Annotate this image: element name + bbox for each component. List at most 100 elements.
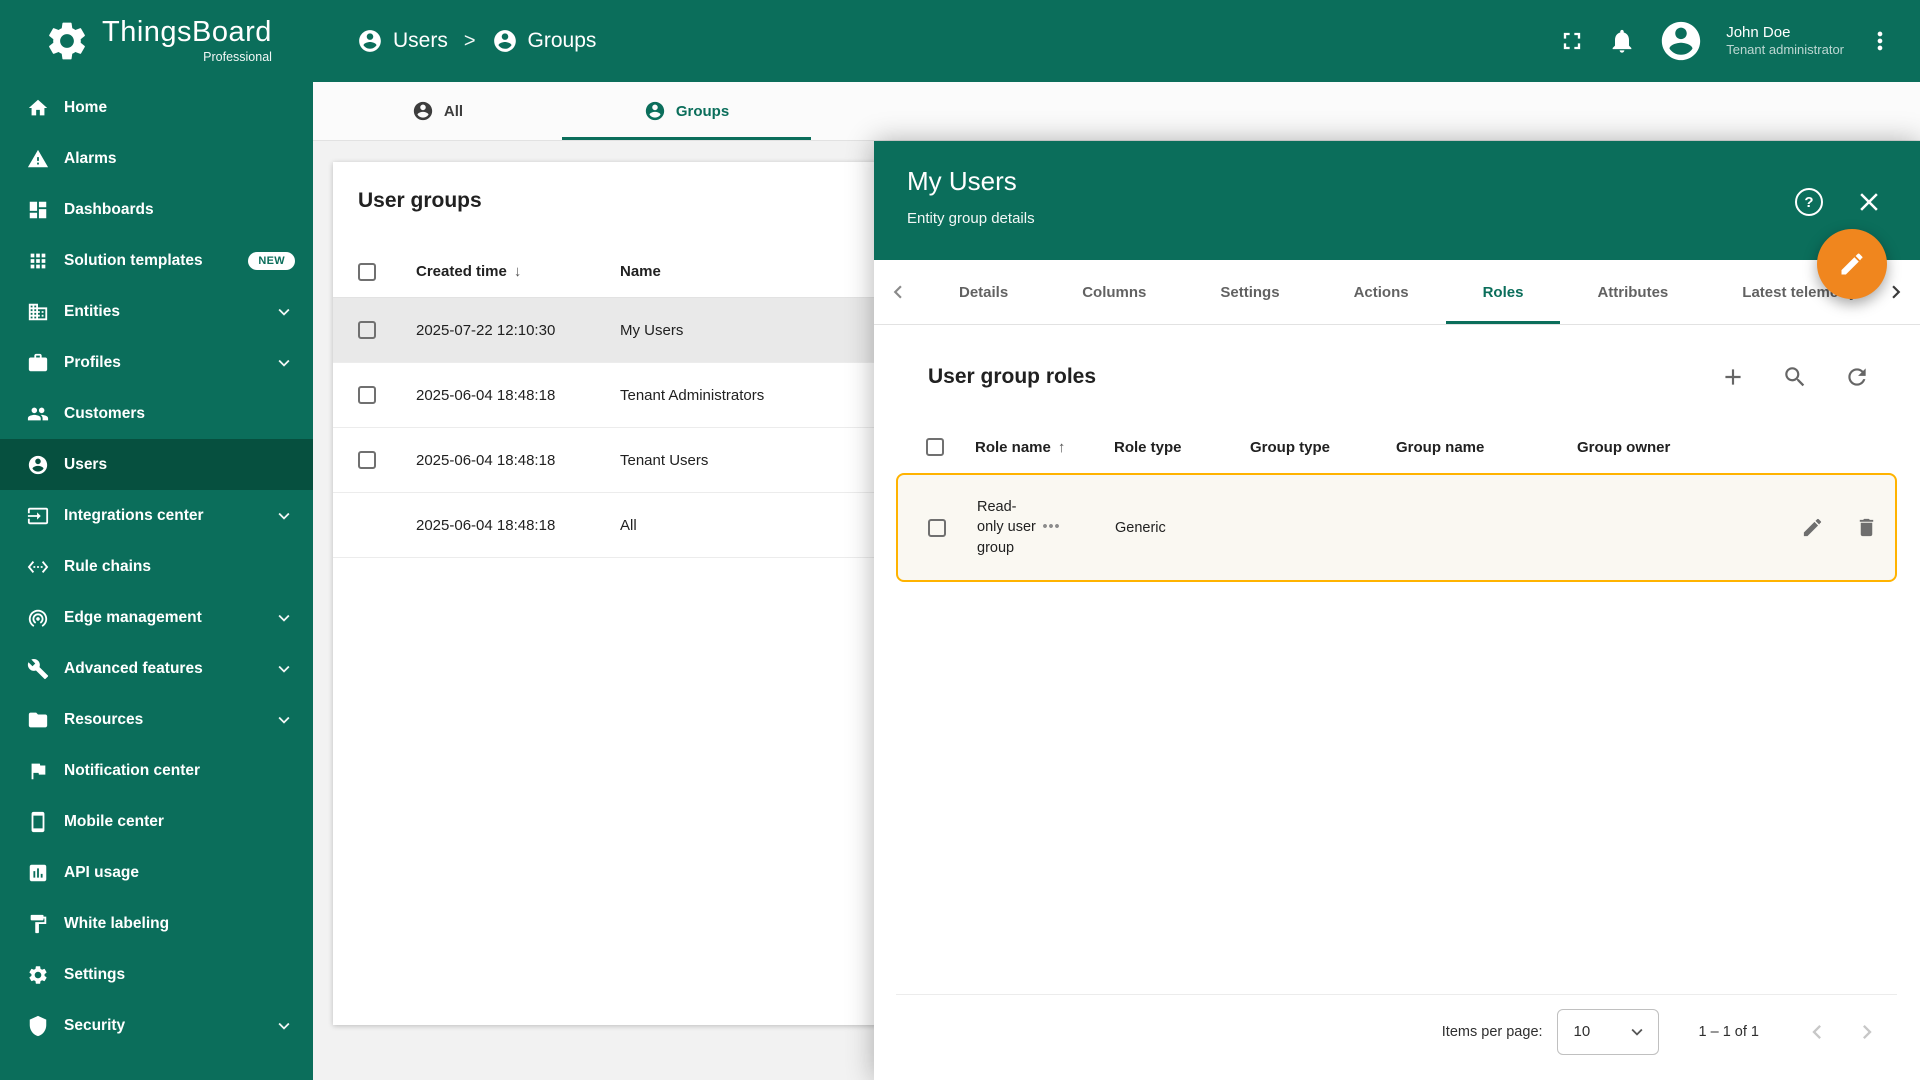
- help-button[interactable]: ?: [1795, 188, 1823, 216]
- items-per-page-label: Items per page:: [1442, 1024, 1543, 1040]
- sidebar-item-home[interactable]: Home: [0, 82, 313, 133]
- column-role-type[interactable]: Role type: [1114, 439, 1250, 456]
- sidebar-item-rule-chains[interactable]: Rule chains: [0, 541, 313, 592]
- sort-desc-icon: ↓: [514, 263, 522, 280]
- edit-fab[interactable]: [1817, 229, 1887, 299]
- breadcrumb: Users > Groups: [357, 28, 596, 54]
- sidebar-item-api-usage[interactable]: API usage: [0, 847, 313, 898]
- column-group-type[interactable]: Group type: [1250, 439, 1396, 456]
- refresh-icon: [1844, 364, 1870, 390]
- edit-role-button[interactable]: [1801, 516, 1825, 540]
- column-group-owner[interactable]: Group owner: [1577, 439, 1881, 456]
- sidebar-item-resources[interactable]: Resources: [0, 694, 313, 745]
- build-icon: [27, 658, 49, 680]
- search-button[interactable]: [1782, 363, 1810, 391]
- account-circle-icon: [357, 28, 383, 54]
- brand-logo[interactable]: ThingsBoard Professional: [0, 18, 313, 64]
- top-bar-actions: John Doe Tenant administrator: [1558, 18, 1920, 64]
- sidebar-item-white-labeling[interactable]: White labeling: [0, 898, 313, 949]
- breadcrumb-label: Groups: [528, 29, 597, 53]
- warning-icon: [27, 148, 49, 170]
- next-page-button[interactable]: [1853, 1018, 1881, 1046]
- sidebar-item-users[interactable]: Users: [0, 439, 313, 490]
- select-all-checkbox[interactable]: [358, 263, 376, 281]
- briefcase-icon: [27, 352, 49, 374]
- more-horiz-icon: [1039, 514, 1063, 538]
- user-info: John Doe Tenant administrator: [1726, 23, 1844, 59]
- tab-roles[interactable]: Roles: [1446, 260, 1561, 324]
- close-panel-button[interactable]: [1854, 187, 1884, 217]
- sidebar-item-entities[interactable]: Entities: [0, 286, 313, 337]
- items-per-page-select[interactable]: 10: [1557, 1009, 1659, 1055]
- sidebar-item-solution-templates[interactable]: Solution templates NEW: [0, 235, 313, 286]
- chevron-left-icon: [1803, 1018, 1831, 1046]
- delete-role-button[interactable]: [1855, 516, 1879, 540]
- tab-actions[interactable]: Actions: [1317, 260, 1446, 324]
- format-paint-icon: [27, 913, 49, 935]
- user-role: Tenant administrator: [1726, 42, 1844, 59]
- tabs-scroll-left-button[interactable]: [874, 260, 922, 324]
- tab-groups[interactable]: Groups: [562, 82, 811, 140]
- breadcrumb-groups[interactable]: Groups: [492, 28, 597, 54]
- row-checkbox[interactable]: [358, 386, 376, 404]
- chevron-down-icon: [273, 505, 295, 527]
- breadcrumb-separator: >: [464, 30, 476, 53]
- add-role-button[interactable]: [1720, 363, 1748, 391]
- chevron-right-icon: [1883, 279, 1909, 305]
- column-created-time[interactable]: Created time ↓: [416, 263, 620, 280]
- sidebar: Home Alarms Dashboards Solution template…: [0, 82, 313, 1080]
- thingsboard-app: ThingsBoard Professional Users > Groups: [0, 0, 1920, 1080]
- roles-title: User group roles: [928, 365, 1096, 389]
- tab-details[interactable]: Details: [922, 260, 1045, 324]
- entity-details-panel: My Users Entity group details ? Details …: [874, 141, 1920, 1080]
- tab-settings[interactable]: Settings: [1183, 260, 1316, 324]
- sidebar-item-security[interactable]: Security: [0, 1000, 313, 1051]
- role-more-button[interactable]: [1039, 513, 1065, 539]
- sidebar-item-mobile-center[interactable]: Mobile center: [0, 796, 313, 847]
- role-row-highlighted[interactable]: Read-only user group Generic: [896, 473, 1897, 582]
- column-role-name[interactable]: Role name ↑: [975, 439, 1114, 456]
- tab-all[interactable]: All: [313, 82, 562, 140]
- sidebar-item-integrations-center[interactable]: Integrations center: [0, 490, 313, 541]
- help-icon: ?: [1804, 194, 1813, 211]
- refresh-button[interactable]: [1844, 363, 1872, 391]
- notifications-button[interactable]: [1608, 27, 1636, 55]
- paginator: Items per page: 10 1 – 1 of 1: [896, 994, 1897, 1068]
- home-icon: [27, 97, 49, 119]
- close-icon: [1854, 187, 1884, 217]
- app-edition: Professional: [102, 50, 272, 64]
- column-group-name[interactable]: Group name: [1396, 439, 1577, 456]
- sidebar-item-dashboards[interactable]: Dashboards: [0, 184, 313, 235]
- roles-table-header: Role name ↑ Role type Group type Group n…: [896, 421, 1897, 473]
- tab-columns[interactable]: Columns: [1045, 260, 1183, 324]
- pencil-icon: [1838, 250, 1866, 278]
- people-icon: [27, 403, 49, 425]
- select-all-checkbox[interactable]: [926, 438, 944, 456]
- more-vert-icon: [1866, 27, 1894, 55]
- user-name: John Doe: [1726, 23, 1844, 43]
- roles-tab-content: User group roles Role name ↑: [874, 325, 1920, 1080]
- sidebar-item-profiles[interactable]: Profiles: [0, 337, 313, 388]
- sidebar-item-settings[interactable]: Settings: [0, 949, 313, 1000]
- previous-page-button[interactable]: [1803, 1018, 1831, 1046]
- account-circle-icon: [412, 100, 434, 122]
- folder-icon: [27, 709, 49, 731]
- user-avatar[interactable]: [1658, 18, 1704, 64]
- breadcrumb-users[interactable]: Users: [357, 28, 448, 54]
- fullscreen-button[interactable]: [1558, 27, 1586, 55]
- panel-subtitle: Entity group details: [907, 210, 1920, 227]
- more-menu-button[interactable]: [1866, 27, 1894, 55]
- thingsboard-logo-icon: [44, 18, 90, 64]
- sidebar-item-advanced-features[interactable]: Advanced features: [0, 643, 313, 694]
- row-checkbox[interactable]: [358, 321, 376, 339]
- bell-icon: [1608, 27, 1636, 55]
- tab-attributes[interactable]: Attributes: [1560, 260, 1705, 324]
- sidebar-item-customers[interactable]: Customers: [0, 388, 313, 439]
- sidebar-item-notification-center[interactable]: Notification center: [0, 745, 313, 796]
- sidebar-item-edge-management[interactable]: Edge management: [0, 592, 313, 643]
- shield-icon: [27, 1015, 49, 1037]
- row-checkbox[interactable]: [928, 519, 946, 537]
- panel-title: My Users: [907, 166, 1920, 197]
- row-checkbox[interactable]: [358, 451, 376, 469]
- sidebar-item-alarms[interactable]: Alarms: [0, 133, 313, 184]
